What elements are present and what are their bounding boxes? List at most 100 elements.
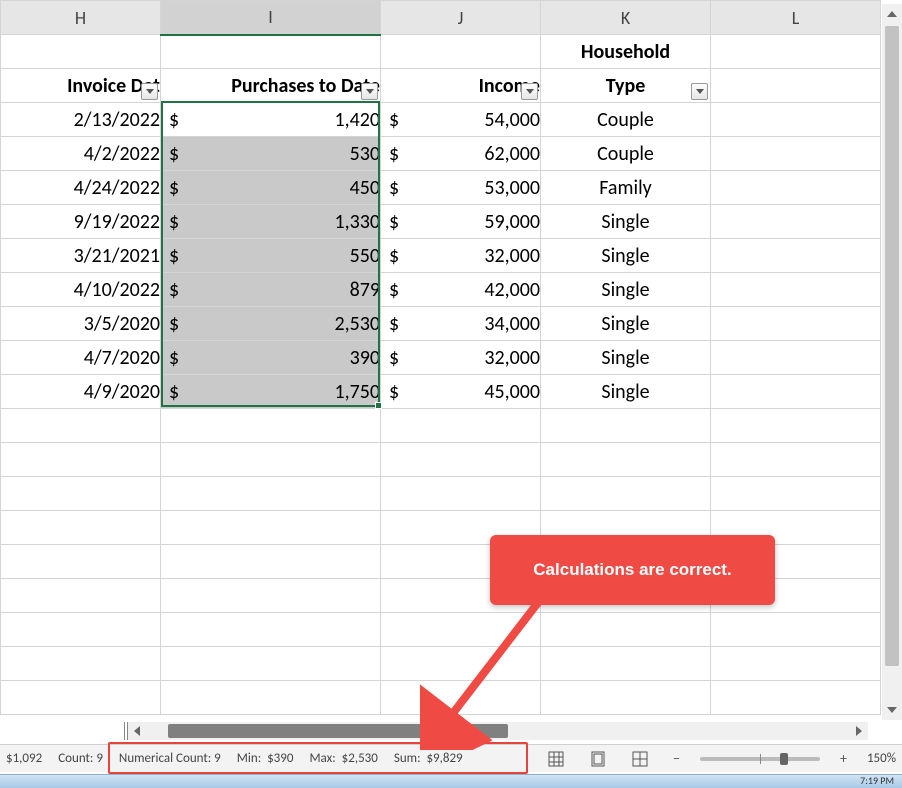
cell[interactable] [711, 477, 881, 511]
cell-income[interactable]: $62,000 [381, 137, 541, 171]
cell-income[interactable]: $45,000 [381, 375, 541, 409]
zoom-in-button[interactable]: + [836, 750, 851, 767]
spreadsheet-grid[interactable]: H I J K L Household Invoice Dat Purchase… [0, 0, 878, 720]
cell[interactable] [1, 511, 161, 545]
cell[interactable] [711, 613, 881, 647]
cell[interactable] [161, 647, 381, 681]
scroll-down-icon[interactable] [882, 700, 902, 720]
cell-purchase[interactable]: $2,530 [161, 307, 381, 341]
page-break-view-icon[interactable] [627, 749, 653, 769]
cell[interactable] [381, 477, 541, 511]
cell[interactable] [1, 613, 161, 647]
col-header-H[interactable]: H [1, 1, 161, 35]
cell-household[interactable]: Single [541, 375, 711, 409]
cell[interactable] [711, 273, 881, 307]
cell[interactable] [1, 579, 161, 613]
cell-income[interactable]: $32,000 [381, 239, 541, 273]
cell-date[interactable]: 4/2/2022 [1, 137, 161, 171]
zoom-knob[interactable] [780, 753, 788, 765]
filter-dropdown-icon[interactable] [521, 83, 538, 100]
cell-income[interactable]: $54,000 [381, 103, 541, 137]
vertical-scrollbar[interactable] [882, 4, 902, 720]
cell[interactable] [711, 69, 881, 103]
cell[interactable] [711, 35, 881, 69]
scroll-up-icon[interactable] [882, 4, 902, 24]
cell-household[interactable]: Couple [541, 103, 711, 137]
col-header-J[interactable]: J [381, 1, 541, 35]
normal-view-icon[interactable] [543, 749, 569, 769]
cell-household[interactable]: Single [541, 341, 711, 375]
cell[interactable] [1, 647, 161, 681]
col-header-L[interactable]: L [711, 1, 881, 35]
cell-income[interactable]: $32,000 [381, 341, 541, 375]
cell[interactable] [161, 545, 381, 579]
page-layout-view-icon[interactable] [585, 749, 611, 769]
cell[interactable] [541, 409, 711, 443]
cell-date[interactable]: 4/7/2020 [1, 341, 161, 375]
cell-household[interactable]: Single [541, 205, 711, 239]
cell-income[interactable]: $42,000 [381, 273, 541, 307]
cell-household[interactable]: Single [541, 307, 711, 341]
cell[interactable] [711, 409, 881, 443]
cell[interactable] [381, 681, 541, 715]
header-income[interactable]: Income [381, 69, 541, 103]
cell[interactable] [711, 137, 881, 171]
cell[interactable] [1, 681, 161, 715]
filter-dropdown-icon[interactable] [141, 83, 158, 100]
filter-dropdown-icon[interactable] [361, 83, 378, 100]
header-household-1[interactable]: Household [541, 35, 711, 69]
scroll-thumb[interactable] [885, 26, 899, 666]
scroll-right-icon[interactable] [850, 722, 868, 740]
scroll-left-icon[interactable] [128, 722, 146, 740]
cell[interactable] [541, 477, 711, 511]
cell-purchase[interactable]: $879 [161, 273, 381, 307]
cell[interactable] [1, 477, 161, 511]
cell[interactable] [711, 307, 881, 341]
cell[interactable] [381, 443, 541, 477]
cell-date[interactable]: 4/10/2022 [1, 273, 161, 307]
cell[interactable] [1, 409, 161, 443]
cell[interactable] [381, 35, 541, 69]
cell[interactable] [711, 681, 881, 715]
cell-date[interactable]: 4/24/2022 [1, 171, 161, 205]
cell[interactable] [1, 35, 161, 69]
scroll-thumb[interactable] [168, 724, 508, 738]
cell[interactable] [541, 647, 711, 681]
col-header-K[interactable]: K [541, 1, 711, 35]
header-purchases[interactable]: Purchases to Date [161, 69, 381, 103]
cell[interactable] [711, 239, 881, 273]
cell-date[interactable]: 3/5/2020 [1, 307, 161, 341]
filter-dropdown-icon[interactable] [691, 83, 708, 100]
cell-purchase[interactable]: $1,420 [161, 103, 381, 137]
horizontal-scrollbar[interactable] [128, 722, 868, 740]
cell[interactable] [161, 409, 381, 443]
cell[interactable] [711, 171, 881, 205]
cell-date[interactable]: 2/13/2022 [1, 103, 161, 137]
header-invoice-date[interactable]: Invoice Dat [1, 69, 161, 103]
cell[interactable] [161, 579, 381, 613]
cell[interactable] [161, 443, 381, 477]
cell-household[interactable]: Single [541, 273, 711, 307]
cell-household[interactable]: Family [541, 171, 711, 205]
cell[interactable] [161, 511, 381, 545]
cell[interactable] [381, 647, 541, 681]
cell[interactable] [381, 409, 541, 443]
cell[interactable] [711, 205, 881, 239]
cell[interactable] [161, 613, 381, 647]
col-header-I[interactable]: I [161, 1, 381, 35]
cell-household[interactable]: Single [541, 239, 711, 273]
cell[interactable] [541, 613, 711, 647]
cell[interactable] [161, 477, 381, 511]
cell[interactable] [381, 613, 541, 647]
cell-purchase[interactable]: $550 [161, 239, 381, 273]
cell[interactable] [1, 545, 161, 579]
cell[interactable] [711, 103, 881, 137]
cell[interactable] [161, 35, 381, 69]
cell[interactable] [711, 647, 881, 681]
cell-income[interactable]: $34,000 [381, 307, 541, 341]
cell[interactable] [161, 681, 381, 715]
cell-purchase[interactable]: $530 [161, 137, 381, 171]
header-household-2[interactable]: Type [541, 69, 711, 103]
cell-date[interactable]: 3/21/2021 [1, 239, 161, 273]
cell[interactable] [711, 443, 881, 477]
